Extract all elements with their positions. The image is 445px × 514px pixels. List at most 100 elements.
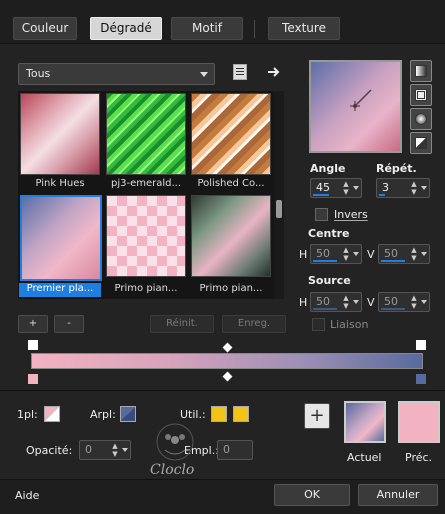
angle-handle-icon[interactable] — [311, 62, 400, 151]
remove-gradient-button[interactable]: - — [54, 315, 84, 333]
background-swatch[interactable] — [120, 406, 136, 422]
source-label: Source — [308, 274, 351, 287]
repeat-value: 3 — [382, 181, 389, 194]
repeat-slider-fill — [379, 194, 385, 196]
tab-separator — [254, 20, 255, 38]
center-v-input[interactable]: 50 ▲ ▼ — [378, 244, 430, 264]
add-current-button[interactable]: + — [304, 403, 330, 429]
reset-button[interactable]: Réinit. — [150, 315, 214, 333]
source-v-slider-fill — [381, 308, 405, 310]
gradient-bar[interactable] — [31, 353, 423, 369]
link-label: Liaison — [330, 318, 369, 331]
chevron-down-icon[interactable] — [351, 180, 361, 196]
spin-arrows-icon[interactable]: ▲ ▼ — [409, 246, 419, 262]
invert-checkbox[interactable] — [315, 208, 328, 221]
save-button[interactable]: Enreg. — [222, 315, 286, 333]
spin-arrows-icon[interactable]: ▲ ▼ — [341, 180, 351, 196]
thumbnail-label: Primo pian... — [114, 283, 178, 294]
angle-input[interactable]: 45 ▲ ▼ — [310, 178, 362, 198]
help-link[interactable]: Aide — [15, 489, 39, 502]
thumbnail-label: Pink Hues — [35, 178, 85, 189]
angle-slider-fill — [313, 194, 329, 196]
opacity-label: Opacité: — [26, 444, 73, 457]
tab-bar: Couleur Dégradé Motif Texture — [0, 0, 445, 44]
cancel-button[interactable]: Annuler — [358, 484, 438, 506]
thumbnail-label: Polished Co... — [197, 178, 265, 189]
thumbnail-polished-copper[interactable] — [191, 93, 271, 175]
source-v-input[interactable]: 50 ▲ ▼ — [378, 292, 430, 312]
stop-top-right-marker[interactable] — [415, 339, 427, 351]
chevron-down-icon[interactable] — [120, 442, 130, 458]
category-dropdown-value: Tous — [26, 67, 51, 80]
notebook-icon[interactable] — [233, 64, 247, 80]
midpoint-diamond-bottom[interactable] — [222, 371, 233, 382]
spin-arrows-icon[interactable]: ▲ ▼ — [409, 180, 419, 196]
category-dropdown[interactable]: Tous — [18, 63, 215, 85]
chevron-down-icon[interactable] — [419, 294, 429, 310]
user-color-swatch-2[interactable] — [233, 406, 249, 422]
center-v-slider-fill — [381, 260, 405, 262]
chevron-down-icon — [200, 72, 208, 77]
tab-texture[interactable]: Texture — [268, 17, 340, 40]
current-label: Actuel — [347, 451, 382, 464]
gradient-preview[interactable] — [309, 60, 402, 153]
previous-gradient-swatch[interactable] — [398, 401, 440, 443]
center-h-label: H — [299, 248, 308, 261]
link-checkbox[interactable] — [312, 318, 325, 331]
library-scroll-thumb[interactable] — [276, 200, 282, 218]
thumbnail-pink-hues[interactable] — [20, 93, 100, 175]
angle-label: Angle — [310, 162, 346, 175]
opacity-value: 0 — [85, 443, 92, 456]
tab-motif[interactable]: Motif — [171, 17, 243, 40]
source-h-label: H — [299, 296, 308, 309]
divider — [0, 390, 445, 391]
repeat-input[interactable]: 3 ▲ ▼ — [376, 178, 430, 198]
sunburst-style-button[interactable] — [410, 132, 432, 154]
current-gradient-swatch[interactable] — [344, 401, 386, 443]
thumbnail-emerald[interactable] — [106, 93, 186, 175]
ok-button[interactable]: OK — [274, 484, 350, 506]
foreground-swatch[interactable] — [44, 406, 60, 422]
location-value: 0 — [223, 443, 230, 456]
stop-bottom-left-marker[interactable] — [27, 373, 39, 385]
arrow-right-icon[interactable] — [266, 64, 282, 80]
midpoint-diamond-top[interactable] — [222, 342, 233, 353]
thumbnail-label: Premier pla... — [19, 283, 101, 297]
thumbnail-primo-piano-dark[interactable] — [191, 195, 271, 277]
radial-style-button[interactable] — [410, 108, 432, 130]
watermark-text: Cloclo — [150, 462, 195, 478]
rectangular-style-button[interactable] — [410, 84, 432, 106]
spin-arrows-icon[interactable]: ▲ ▼ — [341, 246, 351, 262]
repeat-label: Répét. — [376, 162, 417, 175]
tab-couleur[interactable]: Couleur — [13, 17, 77, 40]
linear-style-button[interactable] — [410, 60, 432, 82]
stop-top-left-marker[interactable] — [27, 339, 39, 351]
angle-value: 45 — [316, 181, 330, 194]
library-scrollbar[interactable] — [274, 91, 284, 299]
chevron-down-icon[interactable] — [351, 246, 361, 262]
chevron-down-icon[interactable] — [351, 294, 361, 310]
thumbnail-premier-plan[interactable] — [20, 195, 102, 281]
chevron-down-icon[interactable] — [419, 180, 429, 196]
thumbnail-primo-piano-checker[interactable] — [106, 195, 186, 277]
previous-label: Préc. — [405, 451, 433, 464]
spin-arrows-icon[interactable]: ▲ ▼ — [110, 442, 120, 458]
thumbnail-label: Primo pian... — [199, 283, 263, 294]
add-gradient-button[interactable]: + — [18, 315, 48, 333]
center-h-input[interactable]: 50 ▲ ▼ — [310, 244, 362, 264]
source-h-input[interactable]: 50 ▲ ▼ — [310, 292, 362, 312]
tab-degrade[interactable]: Dégradé — [90, 17, 162, 40]
center-label: Centre — [308, 227, 350, 240]
stop-bottom-right-marker[interactable] — [415, 373, 427, 385]
location-input[interactable]: 0 — [217, 440, 253, 460]
source-v-value: 50 — [384, 295, 398, 308]
center-v-value: 50 — [384, 247, 398, 260]
chevron-down-icon[interactable] — [419, 246, 429, 262]
thumbnail-label: pj3-emerald... — [110, 178, 182, 189]
spin-arrows-icon[interactable]: ▲ ▼ — [341, 294, 351, 310]
source-v-label: V — [367, 296, 375, 309]
center-h-slider-fill — [313, 260, 337, 262]
spin-arrows-icon[interactable]: ▲ ▼ — [409, 294, 419, 310]
opacity-input[interactable]: 0 ▲ ▼ — [79, 440, 131, 460]
center-v-label: V — [367, 248, 375, 261]
